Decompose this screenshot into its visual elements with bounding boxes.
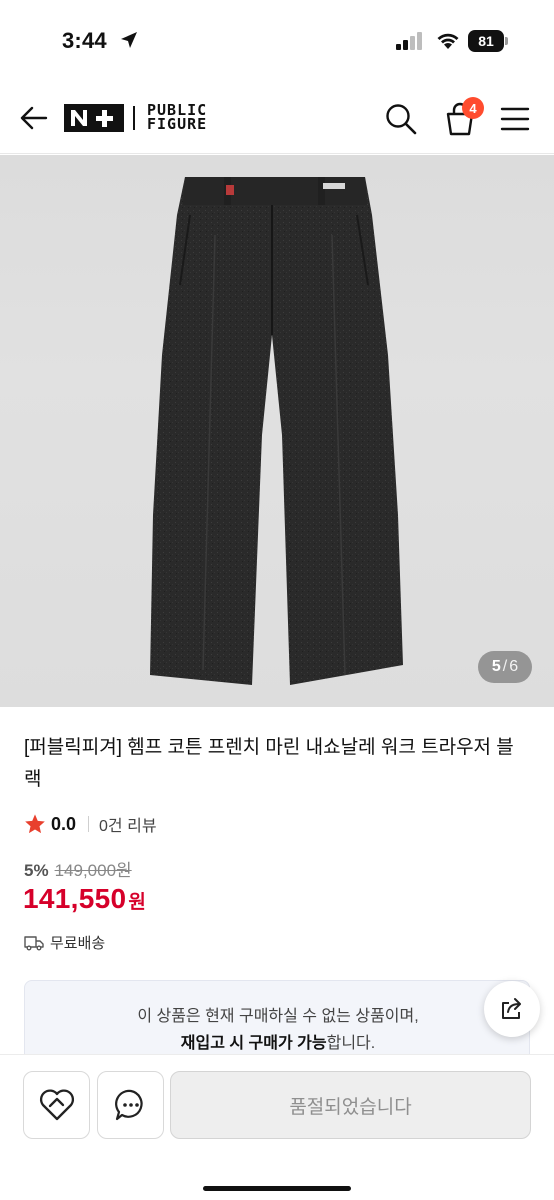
- back-button[interactable]: [18, 102, 50, 134]
- product-title: [퍼블릭피겨] 헴프 코튼 프렌치 마린 내쇼날레 워크 트라우저 블랙: [24, 737, 514, 790]
- battery-level: 81: [468, 30, 504, 52]
- image-current: 5: [491, 658, 501, 675]
- public-figure-logo[interactable]: PUBLIC FIGURE: [147, 103, 237, 133]
- heart-icon: [39, 1089, 74, 1121]
- soldout-button[interactable]: 품절되었습니다: [170, 1071, 531, 1139]
- image-counter: 5 / 6: [478, 651, 532, 683]
- menu-icon: [500, 107, 530, 131]
- status-bar: 3:44 81: [0, 0, 554, 80]
- menu-button[interactable]: [499, 104, 531, 134]
- battery-indicator: 81: [468, 30, 508, 52]
- rating-row[interactable]: 0.0 0건 리뷰: [24, 812, 157, 836]
- share-button[interactable]: [484, 981, 540, 1037]
- rating-divider: [88, 816, 90, 832]
- price-unit: 원: [128, 892, 146, 913]
- sale-price-row: 141,550 원: [23, 883, 146, 915]
- bottom-action-bar: 품절되었습니다: [0, 1054, 554, 1200]
- notice-line2: 재입고 시 구매가 가능합니다.: [25, 1029, 531, 1053]
- search-button[interactable]: [384, 102, 418, 136]
- status-time: 3:44: [62, 28, 107, 53]
- notice-line2-rest: 합니다.: [326, 1035, 376, 1052]
- nplus-logo[interactable]: [64, 104, 124, 132]
- cellular-signal-icon: [396, 32, 422, 50]
- share-icon: [502, 998, 521, 1019]
- wifi-icon: [437, 33, 459, 49]
- discount-row: 5% 149,000원: [24, 856, 132, 881]
- review-count-link[interactable]: 0건 리뷰: [99, 812, 157, 836]
- chat-button[interactable]: [97, 1071, 164, 1139]
- original-price: 149,000원: [54, 861, 132, 880]
- image-separator: /: [502, 658, 508, 675]
- cart-count-badge: 4: [462, 97, 484, 119]
- shipping-row: 무료배송: [24, 932, 105, 953]
- notice-emphasis: 재입고 시 구매가 가능: [180, 1035, 327, 1052]
- top-nav: PUBLIC FIGURE 4: [0, 80, 554, 154]
- wishlist-button[interactable]: [23, 1071, 90, 1139]
- location-arrow-icon: [121, 32, 137, 48]
- star-icon: [25, 814, 45, 834]
- notice-line1: 이 상품은 현재 구매하실 수 없는 상품이며,: [137, 1008, 419, 1025]
- trousers-photo: [150, 177, 403, 685]
- truck-icon: [24, 935, 44, 950]
- sale-price: 141,550: [23, 883, 127, 914]
- rating-value: 0.0: [51, 813, 77, 834]
- image-total: 6: [509, 658, 519, 675]
- back-arrow-icon: [20, 106, 48, 130]
- shipping-label: 무료배송: [50, 935, 106, 952]
- home-indicator: [203, 1186, 351, 1191]
- brand-line2: FIGURE: [147, 115, 208, 133]
- product-image[interactable]: [0, 155, 554, 707]
- discount-rate: 5%: [24, 861, 49, 880]
- chat-bubble-icon: [114, 1089, 143, 1121]
- search-icon: [386, 104, 417, 135]
- logo-divider: [133, 106, 135, 130]
